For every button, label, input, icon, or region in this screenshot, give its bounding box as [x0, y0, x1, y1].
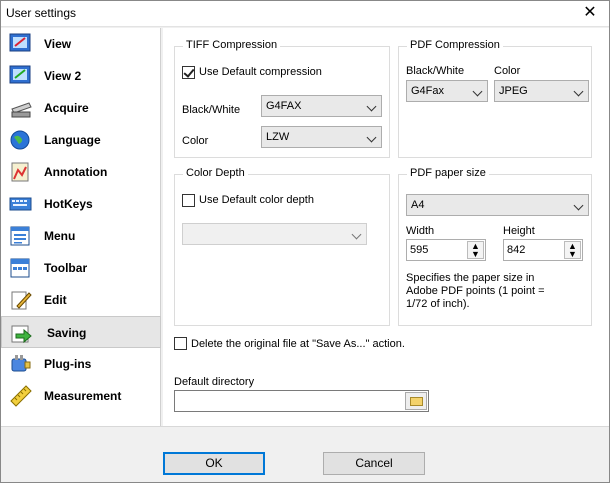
- sidebar-item-measurement[interactable]: Measurement: [1, 380, 161, 412]
- toolbar-icon: [10, 258, 30, 278]
- view-icon: [9, 33, 31, 52]
- color-depth-group: Color Depth Use Default color depth: [174, 167, 390, 326]
- delete-original-label: Delete the original file at "Save As..."…: [191, 338, 405, 350]
- tiff-compression-group: TIFF Compression Use Default compression…: [174, 39, 390, 158]
- depth-use-default-label: Use Default color depth: [199, 194, 314, 206]
- group-title: PDF paper size: [407, 167, 489, 179]
- tiff-use-default-checkbox[interactable]: [182, 66, 195, 79]
- tiff-color-select[interactable]: LZW: [261, 126, 382, 148]
- sidebar-item-language[interactable]: Language: [1, 124, 161, 156]
- tiff-use-default-label: Use Default compression: [199, 66, 322, 78]
- sidebar-item-menu[interactable]: Menu: [1, 220, 161, 252]
- plugin-icon: [11, 355, 31, 372]
- selected-value: G4Fax: [411, 85, 445, 97]
- sidebar-item-acquire[interactable]: Acquire: [1, 92, 161, 124]
- keyboard-icon: [9, 197, 32, 211]
- close-icon[interactable]: ✕: [579, 3, 601, 25]
- sidebar-item-hotkeys[interactable]: HotKeys: [1, 188, 161, 220]
- pdf-paper-size-group: PDF paper size A4 Width Height 595 ▲ ▼ 84…: [398, 167, 592, 326]
- paper-height-label: Height: [503, 225, 535, 237]
- sidebar-item-annotation[interactable]: Annotation: [1, 156, 161, 188]
- sidebar-item-toolbar[interactable]: Toolbar: [1, 252, 161, 284]
- group-title: Color Depth: [183, 167, 248, 179]
- sidebar-item-view2[interactable]: View 2: [1, 60, 161, 92]
- selected-value: JPEG: [499, 85, 528, 97]
- footer-divider: [1, 426, 609, 427]
- sidebar: View View 2 Acquire Language Annotation …: [1, 28, 161, 426]
- pdf-bw-label: Black/White: [406, 65, 465, 77]
- paper-width-spinner[interactable]: 595 ▲ ▼: [406, 239, 486, 261]
- group-title: TIFF Compression: [183, 39, 281, 51]
- pdf-compression-group: PDF Compression Black/White Color G4Fax …: [398, 39, 592, 158]
- ruler-icon: [10, 385, 32, 407]
- spin-arrows-icon[interactable]: ▲ ▼: [564, 241, 581, 259]
- selected-value: LZW: [266, 131, 290, 143]
- chevron-down-icon: [573, 200, 584, 211]
- sidebar-item-view[interactable]: View: [1, 28, 161, 60]
- chevron-down-icon: [351, 229, 362, 240]
- sidebar-item-label: HotKeys: [44, 197, 93, 211]
- selected-value: G4FAX: [266, 100, 302, 112]
- annotation-icon: [11, 162, 29, 182]
- scanner-icon: [11, 102, 32, 118]
- chevron-down-icon: [366, 101, 377, 112]
- sidebar-item-saving[interactable]: Saving: [1, 316, 161, 348]
- view2-icon: [9, 65, 31, 84]
- default-directory-label: Default directory: [174, 376, 255, 388]
- sidebar-item-label: View: [44, 37, 72, 51]
- sidebar-item-label: Saving: [47, 326, 87, 340]
- cancel-button[interactable]: Cancel: [323, 452, 425, 475]
- chevron-down-icon: [472, 86, 483, 97]
- sidebar-item-label: Menu: [44, 229, 76, 243]
- menu-icon: [10, 226, 30, 246]
- sidebar-item-label: Acquire: [44, 101, 89, 115]
- sidebar-item-label: Edit: [44, 293, 67, 307]
- paper-height-spinner[interactable]: 842 ▲ ▼: [503, 239, 583, 261]
- selected-value: A4: [411, 199, 425, 211]
- sidebar-item-label: Language: [44, 133, 101, 147]
- tiff-bw-label: Black/White: [182, 104, 241, 116]
- spin-arrows-icon[interactable]: ▲ ▼: [467, 241, 484, 259]
- sidebar-item-label: Plug-ins: [44, 357, 92, 371]
- pdf-bw-select[interactable]: G4Fax: [406, 80, 488, 102]
- sidebar-item-label: View 2: [44, 69, 82, 83]
- browse-folder-button[interactable]: [405, 392, 427, 410]
- paper-size-description: Specifies the paper size in Adobe PDF po…: [406, 272, 545, 310]
- height-value: 842: [507, 244, 526, 256]
- chevron-down-icon: [366, 132, 377, 143]
- title-bar: User settings ✕: [1, 1, 609, 27]
- tiff-bw-select[interactable]: G4FAX: [261, 95, 382, 117]
- edit-icon: [11, 291, 32, 310]
- default-directory-field[interactable]: [174, 390, 429, 412]
- sidebar-item-edit[interactable]: Edit: [1, 284, 161, 316]
- globe-icon: [10, 130, 30, 150]
- saving-settings-panel: TIFF Compression Use Default compression…: [163, 28, 609, 426]
- paper-width-label: Width: [406, 225, 435, 237]
- pdf-color-select[interactable]: JPEG: [494, 80, 589, 102]
- paper-size-select[interactable]: A4: [406, 194, 589, 216]
- sidebar-item-label: Toolbar: [44, 261, 88, 275]
- width-value: 595: [410, 244, 429, 256]
- tiff-color-label: Color: [182, 135, 209, 147]
- folder-icon: [410, 397, 423, 406]
- delete-original-checkbox[interactable]: [174, 337, 187, 350]
- sidebar-item-label: Measurement: [44, 389, 122, 403]
- sidebar-item-plugins[interactable]: Plug-ins: [1, 348, 161, 380]
- window-title: User settings: [6, 6, 77, 20]
- group-title: PDF Compression: [407, 39, 503, 51]
- chevron-down-icon: [573, 86, 584, 97]
- depth-use-default-checkbox[interactable]: [182, 194, 195, 207]
- sidebar-item-label: Annotation: [44, 165, 108, 179]
- ok-button[interactable]: OK: [163, 452, 265, 475]
- pdf-color-label: Color: [494, 65, 521, 77]
- color-depth-select[interactable]: [182, 223, 367, 245]
- saving-icon: [11, 325, 32, 344]
- settings-window: User settings ✕ View View 2 Acquire Lang…: [0, 0, 610, 483]
